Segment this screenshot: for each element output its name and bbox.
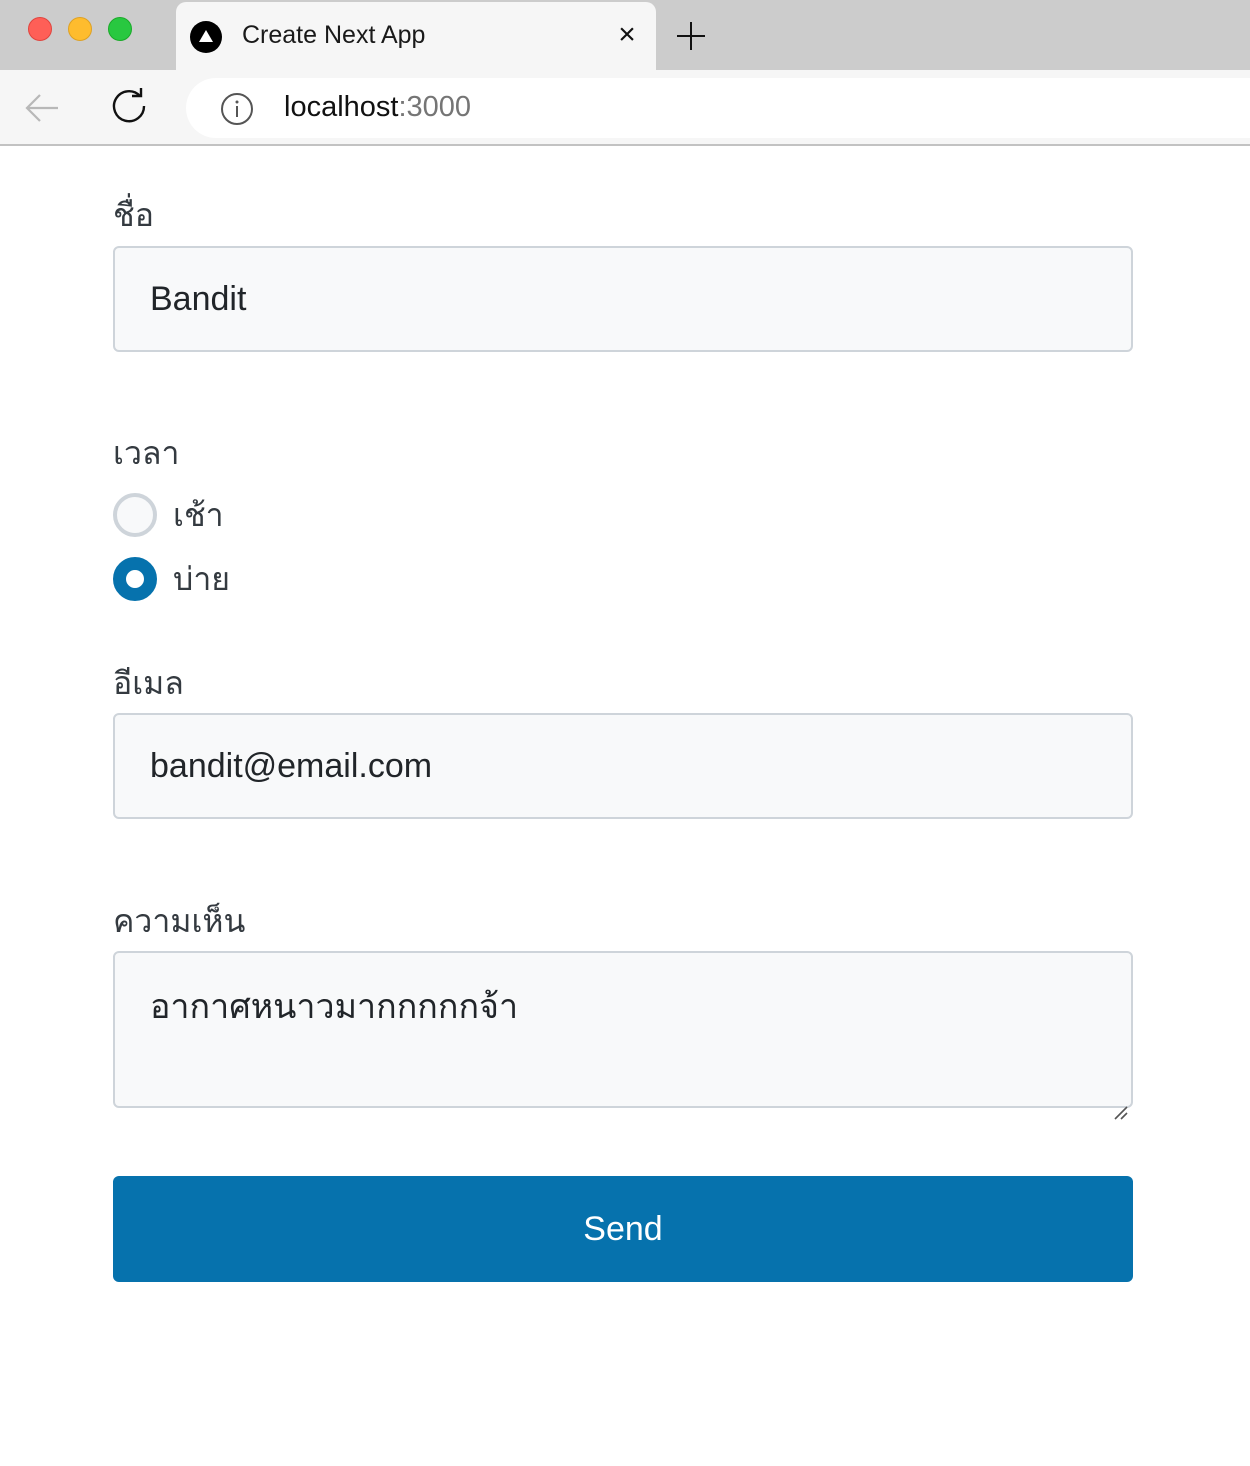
browser-toolbar: localhost:3000 <box>0 70 1250 146</box>
name-input[interactable]: Bandit <box>113 246 1133 352</box>
window-minimize-button[interactable] <box>68 17 92 41</box>
radio-afternoon[interactable] <box>113 557 157 601</box>
browser-tab-bar: Create Next App × <box>0 0 1250 72</box>
tab-close-icon[interactable]: × <box>612 20 642 50</box>
tab-title: Create Next App <box>242 21 426 49</box>
send-button[interactable]: Send <box>113 1176 1133 1282</box>
comment-label: ความเห็น <box>113 903 246 939</box>
radio-morning[interactable] <box>113 493 157 537</box>
name-label: ชื่อ <box>113 197 154 233</box>
email-label: อีเมล <box>113 665 184 701</box>
radio-option-morning[interactable]: เช้า <box>113 493 224 537</box>
nextjs-favicon-icon <box>190 21 222 53</box>
resize-handle-icon[interactable] <box>1112 1087 1128 1120</box>
comment-text: อากาศหนาวมากกกกกจ้า <box>150 988 519 1026</box>
window-zoom-button[interactable] <box>108 17 132 41</box>
browser-tab[interactable]: Create Next App × <box>176 2 656 72</box>
radio-option-afternoon[interactable]: บ่าย <box>113 557 230 601</box>
url-port: :3000 <box>398 91 472 123</box>
page-content: ชื่อ Bandit เวลา เช้า บ่าย อีเมล bandit@… <box>0 148 1250 1466</box>
comment-textarea[interactable]: อากาศหนาวมากกกกกจ้า <box>113 951 1133 1120</box>
time-label: เวลา <box>113 435 180 471</box>
reload-icon[interactable] <box>110 87 150 127</box>
site-info-icon[interactable] <box>220 92 254 126</box>
email-input[interactable]: bandit@email.com <box>113 713 1133 819</box>
window-close-button[interactable] <box>28 17 52 41</box>
url-host: localhost <box>284 91 399 123</box>
radio-morning-label[interactable]: เช้า <box>173 490 224 541</box>
back-arrow-icon[interactable] <box>22 88 62 128</box>
new-tab-plus-icon[interactable] <box>672 18 710 56</box>
radio-afternoon-label[interactable]: บ่าย <box>173 554 230 605</box>
address-bar[interactable]: localhost:3000 <box>186 78 1250 138</box>
url-text: localhost:3000 <box>284 91 471 124</box>
